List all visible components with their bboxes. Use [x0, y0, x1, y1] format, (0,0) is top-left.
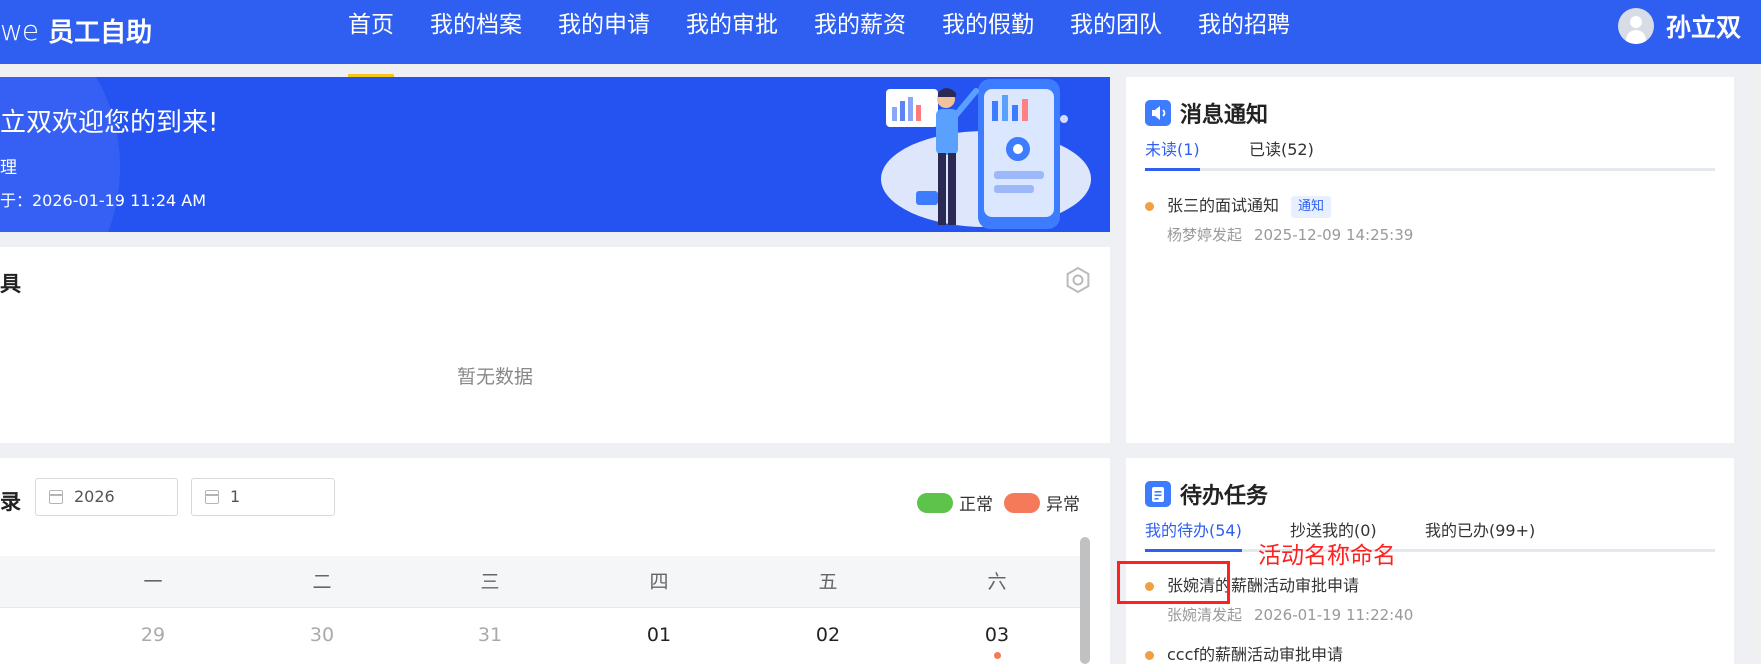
notice-header: 消息通知 [1145, 97, 1268, 129]
abnormal-marker [994, 652, 1001, 659]
abnormal-swatch [1004, 492, 1040, 513]
calendar-day[interactable]: 02 [788, 624, 868, 646]
legend-abnormal: 异常 [1004, 490, 1080, 515]
annotation-label: 活动名称命名 [1258, 543, 1396, 569]
nav-my-approvals[interactable]: 我的审批 [686, 0, 778, 64]
calendar-day[interactable]: 03 [957, 624, 1037, 646]
normal-swatch [917, 492, 953, 513]
weekday-label: 三 [480, 571, 500, 593]
user-name: 孙立双 [1665, 13, 1741, 42]
nav-home[interactable]: 首页 [348, 0, 394, 78]
calendar-scrollbar[interactable] [1080, 537, 1090, 664]
annotation-highlight-box [1117, 561, 1230, 604]
tab-my-todo[interactable]: 我的待办(54) [1145, 518, 1242, 552]
tab-my-done[interactable]: 我的已办(99+) [1425, 518, 1535, 544]
year-picker[interactable]: 2026 [35, 478, 178, 516]
welcome-banner: 立双欢迎您的到来! 理 于：2026-01-19 11:24 AM [0, 77, 1110, 232]
todo-item-meta: 张婉清发起 2026-01-19 11:22:40 [1167, 604, 1413, 625]
calendar-day[interactable]: 29 [113, 624, 193, 646]
weekday-label: 二 [312, 571, 332, 593]
todo-title: 待办任务 [1180, 484, 1269, 509]
main-nav: 首页 我的档案 我的申请 我的审批 我的薪资 我的假勤 我的团队 我的招聘 [348, 0, 1326, 78]
calendar-icon [205, 490, 219, 504]
todo-initiator: 张婉清发起 [1167, 606, 1243, 624]
nav-my-profile[interactable]: 我的档案 [430, 0, 522, 64]
notice-initiator: 杨梦婷发起 [1167, 226, 1243, 244]
logo-mark: we [0, 13, 39, 47]
bullet-dot [1145, 651, 1154, 660]
settings-icon[interactable] [1064, 266, 1092, 294]
calendar-icon [49, 490, 63, 504]
weekday-label: 四 [649, 571, 669, 593]
nav-my-leave[interactable]: 我的假勤 [942, 0, 1034, 64]
notice-tabs: 未读(1) 已读(52) [1145, 137, 1715, 171]
todo-item-title[interactable]: cccf的薪酬活动审批申请 [1167, 643, 1343, 664]
last-login-time: 于：2026-01-19 11:24 AM [0, 191, 207, 210]
notice-type-badge: 通知 [1291, 196, 1332, 218]
todo-header: 待办任务 [1145, 478, 1268, 510]
speaker-icon [1145, 100, 1171, 126]
nav-my-team[interactable]: 我的团队 [1070, 0, 1162, 64]
calendar-day[interactable]: 30 [282, 624, 362, 646]
notice-item-meta: 杨梦婷发起 2025-12-09 14:25:39 [1167, 224, 1413, 245]
welcome-text: 立双欢迎您的到来! [0, 108, 219, 138]
empty-state-text: 暂无数据 [456, 366, 533, 388]
legend-abnormal-label: 异常 [1046, 495, 1080, 515]
calendar-day[interactable]: 01 [619, 624, 699, 646]
weekday-label: 五 [818, 571, 838, 593]
nav-my-recruitment[interactable]: 我的招聘 [1198, 0, 1290, 64]
top-nav-bar: we 员工自助 首页 我的档案 我的申请 我的审批 我的薪资 我的假勤 我的团队… [0, 0, 1761, 78]
avatar-icon [1617, 8, 1654, 44]
weekday-label: 一 [143, 571, 163, 593]
app-logo[interactable]: we 员工自助 [0, 10, 152, 50]
notice-item-title[interactable]: 张三的面试通知 [1167, 196, 1279, 215]
tools-title: 具 [0, 272, 21, 296]
todo-time: 2026-01-19 11:22:40 [1254, 606, 1414, 624]
app-title: 员工自助 [48, 17, 153, 48]
tools-card: 具 暂无数据 [0, 247, 1110, 443]
nav-my-applications[interactable]: 我的申请 [558, 0, 650, 64]
year-value: 2026 [74, 487, 115, 506]
attendance-title: 录 [0, 490, 21, 514]
calendar-weekday-header: 一 二 三 四 五 六 [0, 556, 1083, 608]
notice-time: 2025-12-09 14:25:39 [1254, 226, 1414, 244]
tab-read[interactable]: 已读(52) [1249, 137, 1314, 163]
attendance-card: 录 2026 1 正常 异常 一 二 三 四 五 六 29 30 31 01 0… [0, 458, 1110, 664]
todo-tabs: 我的待办(54) 抄送我的(0) 我的已办(99+) [1145, 518, 1715, 552]
weekday-label: 六 [987, 571, 1007, 593]
notice-card: 消息通知 未读(1) 已读(52) 张三的面试通知 通知 杨梦婷发起 2025-12… [1126, 77, 1734, 443]
bullet-dot [1145, 202, 1154, 211]
month-picker[interactable]: 1 [191, 478, 335, 516]
user-menu[interactable]: 孙立双 [1617, 8, 1741, 44]
page-scrollbar[interactable] [1753, 64, 1761, 664]
user-role: 理 [0, 158, 17, 178]
notice-item-title-wrap: 张三的面试通知 通知 [1167, 194, 1332, 218]
task-list-icon [1145, 481, 1171, 507]
calendar-day[interactable]: 31 [450, 624, 530, 646]
tab-unread[interactable]: 未读(1) [1145, 137, 1200, 171]
month-value: 1 [230, 487, 241, 506]
notice-title: 消息通知 [1180, 103, 1269, 128]
legend-normal: 正常 [917, 490, 993, 515]
nav-my-salary[interactable]: 我的薪资 [814, 0, 906, 64]
legend-normal-label: 正常 [959, 495, 993, 515]
banner-illustration [881, 79, 1091, 229]
